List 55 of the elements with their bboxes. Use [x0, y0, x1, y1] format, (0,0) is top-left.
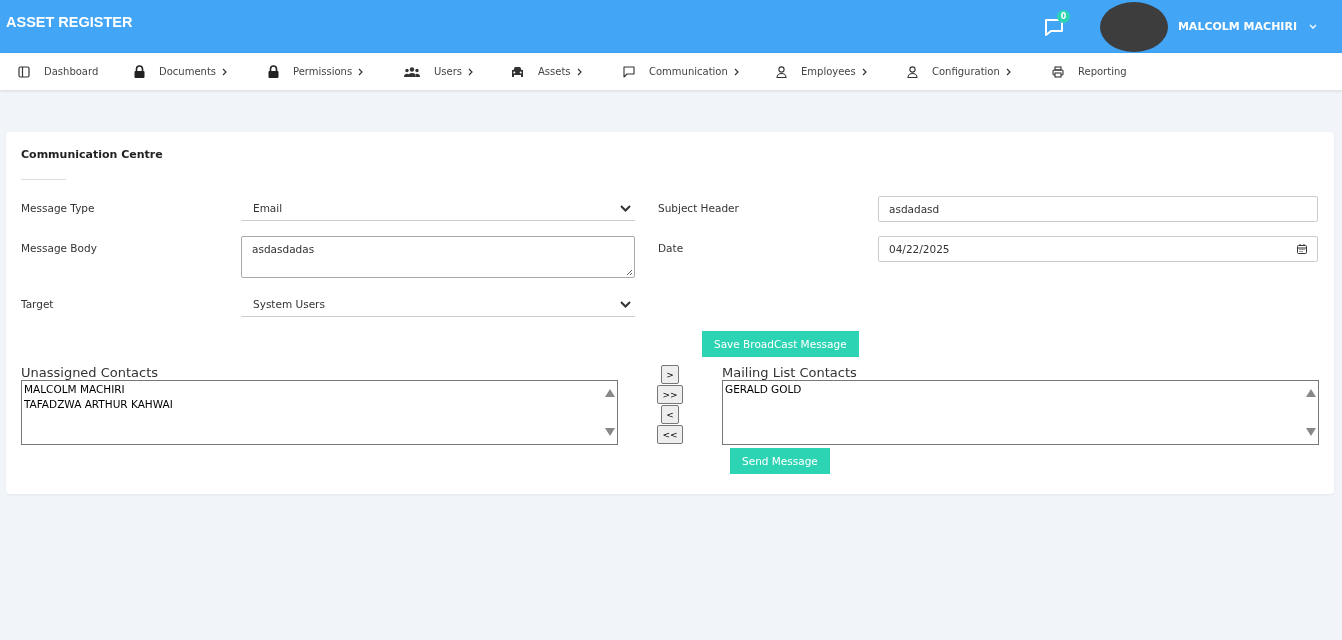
date-input-field[interactable]: 04/22/2025 — [878, 236, 1318, 262]
transfer-button[interactable]: > — [661, 365, 679, 384]
chevron-right-icon — [468, 67, 474, 76]
person-icon — [776, 65, 787, 78]
nav-item[interactable]: Assets — [538, 66, 583, 77]
calendar-icon[interactable] — [1297, 244, 1307, 254]
nav-item[interactable]: Dashboard — [44, 66, 99, 77]
field-label: Date — [658, 241, 685, 254]
field-label: Message Type — [21, 201, 96, 214]
contact-item[interactable]: TAFADZWA ARTHUR KAHWAI — [24, 397, 173, 412]
field-label: Target — [21, 297, 55, 310]
nav-item[interactable]: Communication — [649, 66, 740, 77]
sidebar-icon — [18, 65, 30, 78]
card-title: Communication Centre — [21, 148, 164, 161]
nav-item[interactable]: Documents — [159, 66, 229, 77]
users-icon — [404, 66, 420, 77]
chevron-down-icon — [620, 204, 631, 212]
message-type-dropdown[interactable]: Email — [241, 196, 635, 221]
target-dropdown[interactable]: System Users — [241, 292, 635, 317]
printer-icon — [1052, 65, 1064, 78]
chevron-right-icon — [861, 67, 868, 76]
nav-item[interactable]: Employees — [801, 66, 868, 77]
nav-item[interactable]: Configuration — [932, 66, 1012, 77]
app-title: ASSET REGISTER — [6, 13, 133, 30]
contacts-listbox[interactable]: GERALD GOLD — [722, 380, 1319, 445]
transfer-button[interactable]: < — [661, 405, 679, 424]
transfer-button[interactable]: >> — [657, 385, 683, 404]
nav-item[interactable]: Users — [434, 66, 474, 77]
lock-icon — [268, 65, 279, 78]
field-label: Message Body — [21, 241, 98, 254]
chat-icon[interactable] — [1043, 17, 1064, 36]
contact-item[interactable]: GERALD GOLD — [725, 382, 802, 397]
chevron-right-icon — [576, 67, 583, 76]
person-icon — [907, 65, 918, 78]
contacts-listbox[interactable]: MALCOLM MACHIRI TAFADZWA ARTHUR KAHWAI — [21, 380, 618, 445]
list-title: Unassigned Contacts — [21, 365, 160, 380]
chevron-right-icon — [733, 67, 740, 76]
subject-input-field[interactable]: asdadasd — [878, 196, 1318, 222]
chevron-down-icon — [620, 300, 631, 308]
nav-item[interactable]: Permissions — [293, 66, 365, 77]
chevron-down-icon[interactable] — [1309, 23, 1317, 30]
contact-item[interactable]: MALCOLM MACHIRI — [24, 382, 173, 397]
transfer-button[interactable]: << — [657, 425, 683, 444]
lock-icon — [134, 65, 145, 78]
message-body-textarea[interactable]: asdasdadas — [241, 236, 635, 278]
chevron-right-icon — [1005, 67, 1012, 76]
chevron-right-icon — [358, 67, 365, 76]
chat-icon — [623, 65, 635, 78]
resize-grip-icon[interactable] — [626, 269, 633, 276]
list-title: Mailing List Contacts — [722, 365, 858, 380]
field-label: Subject Header — [658, 201, 740, 214]
chevron-right-icon — [222, 67, 229, 76]
car-icon — [511, 66, 524, 77]
notification-badge: 0 — [1056, 9, 1070, 23]
nav-item[interactable]: Reporting — [1078, 66, 1127, 77]
